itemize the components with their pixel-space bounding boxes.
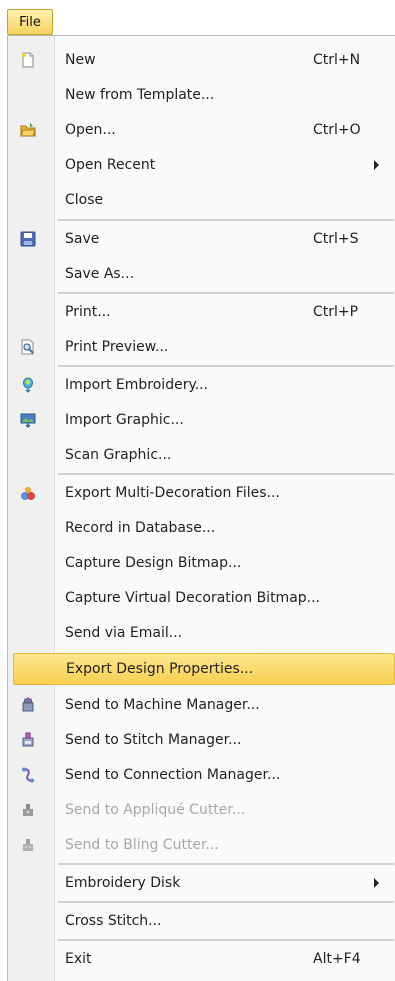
menu-item-label: New from Template...	[65, 87, 215, 103]
menu-item-send-to-applique-cutter: Send to Appliqué Cutter...	[8, 793, 395, 827]
file-menu-tab[interactable]: File	[7, 9, 53, 35]
menu-item-label: Send to Appliqué Cutter...	[65, 802, 246, 818]
menu-item-label: Exit	[65, 951, 92, 967]
menu-item-print-preview[interactable]: Print Preview...	[8, 330, 395, 364]
menu-item-send-to-connection-manager[interactable]: Send to Connection Manager...	[8, 758, 395, 792]
menu-item-send-to-stitch-manager[interactable]: Send to Stitch Manager...	[8, 723, 395, 757]
bling-cutter-icon	[20, 837, 36, 853]
import-embroidery-icon	[20, 377, 36, 393]
menu-item-record-in-database[interactable]: Record in Database...	[8, 511, 395, 545]
menu-item-label: Export Multi-Decoration Files...	[65, 485, 280, 501]
export-multi-decoration-icon	[20, 485, 36, 501]
menu-item-label: Send to Machine Manager...	[65, 697, 260, 713]
submenu-arrow-icon	[374, 878, 379, 888]
menu-item-label: Embroidery Disk	[65, 875, 181, 891]
menu-separator	[58, 863, 394, 865]
menu-item-label: Open...	[65, 122, 116, 138]
menu-item-new-from-template[interactable]: New from Template...	[8, 78, 395, 112]
menu-item-print[interactable]: Print... Ctrl+P	[8, 295, 395, 329]
menu-item-label: Send via Email...	[65, 625, 183, 641]
menu-separator	[58, 939, 394, 941]
menu-item-capture-virtual-decoration-bitmap[interactable]: Capture Virtual Decoration Bitmap...	[8, 581, 395, 615]
menu-item-label: Export Design Properties...	[66, 661, 254, 677]
new-document-icon	[20, 52, 36, 68]
menu-item-embroidery-disk[interactable]: Embroidery Disk	[8, 866, 395, 900]
menu-item-label: Cross Stitch...	[65, 913, 162, 929]
menu-item-label: Save As...	[65, 266, 135, 282]
menu-item-label: New	[65, 52, 96, 68]
menu-item-export-design-properties[interactable]: Export Design Properties...	[13, 653, 395, 685]
menu-item-cross-stitch[interactable]: Cross Stitch...	[8, 904, 395, 938]
menu-separator	[58, 901, 394, 903]
print-preview-icon	[20, 339, 36, 355]
menu-item-shortcut: Alt+F4	[313, 951, 361, 967]
menu-item-save[interactable]: Save Ctrl+S	[8, 222, 395, 256]
save-disk-icon	[20, 231, 36, 247]
import-graphic-icon	[20, 412, 36, 428]
submenu-arrow-icon	[374, 160, 379, 170]
menu-item-label: Close	[65, 192, 104, 208]
menu-item-close[interactable]: Close	[8, 183, 395, 217]
menu-item-new[interactable]: New Ctrl+N	[8, 43, 395, 77]
menu-item-shortcut: Ctrl+S	[313, 231, 359, 247]
menu-item-label: Capture Design Bitmap...	[65, 555, 242, 571]
menu-item-label: Import Embroidery...	[65, 377, 209, 393]
menu-item-label: Print...	[65, 304, 111, 320]
menu-item-label: Record in Database...	[65, 520, 216, 536]
menu-separator	[58, 219, 394, 221]
menu-item-send-via-email[interactable]: Send via Email...	[8, 616, 395, 650]
menu-item-import-embroidery[interactable]: Import Embroidery...	[8, 368, 395, 402]
menu-item-open[interactable]: Open... Ctrl+O	[8, 113, 395, 147]
menu-item-label: Save	[65, 231, 100, 247]
menu-item-label: Send to Bling Cutter...	[65, 837, 219, 853]
machine-manager-icon	[20, 697, 36, 713]
menu-item-label: Print Preview...	[65, 339, 169, 355]
menu-item-save-as[interactable]: Save As...	[8, 257, 395, 291]
file-menu-label: File	[19, 14, 41, 30]
file-menu-dropdown: New Ctrl+N New from Template... Open... …	[7, 35, 395, 981]
menu-item-label: Capture Virtual Decoration Bitmap...	[65, 590, 321, 606]
menu-item-shortcut: Ctrl+P	[313, 304, 359, 320]
menu-item-label: Open Recent	[65, 157, 156, 173]
menu-item-open-recent[interactable]: Open Recent	[8, 148, 395, 182]
menu-separator	[58, 292, 394, 294]
menu-separator	[58, 365, 394, 367]
open-folder-icon	[20, 122, 36, 138]
menu-item-label: Scan Graphic...	[65, 447, 172, 463]
connection-manager-icon	[20, 767, 36, 783]
menu-separator	[58, 473, 394, 475]
menu-item-label: Send to Connection Manager...	[65, 767, 281, 783]
menu-item-export-multi-decoration[interactable]: Export Multi-Decoration Files...	[8, 476, 395, 510]
menu-item-shortcut: Ctrl+N	[313, 52, 361, 68]
menu-item-send-to-machine-manager[interactable]: Send to Machine Manager...	[8, 688, 395, 722]
menu-item-shortcut: Ctrl+O	[313, 122, 361, 138]
menu-item-label: Import Graphic...	[65, 412, 184, 428]
stitch-manager-icon	[20, 732, 36, 748]
menu-item-scan-graphic[interactable]: Scan Graphic...	[8, 438, 395, 472]
menu-item-exit[interactable]: Exit Alt+F4	[8, 942, 395, 976]
menu-item-label: Send to Stitch Manager...	[65, 732, 242, 748]
menu-item-capture-design-bitmap[interactable]: Capture Design Bitmap...	[8, 546, 395, 580]
menu-item-import-graphic[interactable]: Import Graphic...	[8, 403, 395, 437]
applique-cutter-icon	[20, 802, 36, 818]
menu-item-send-to-bling-cutter: Send to Bling Cutter...	[8, 828, 395, 862]
